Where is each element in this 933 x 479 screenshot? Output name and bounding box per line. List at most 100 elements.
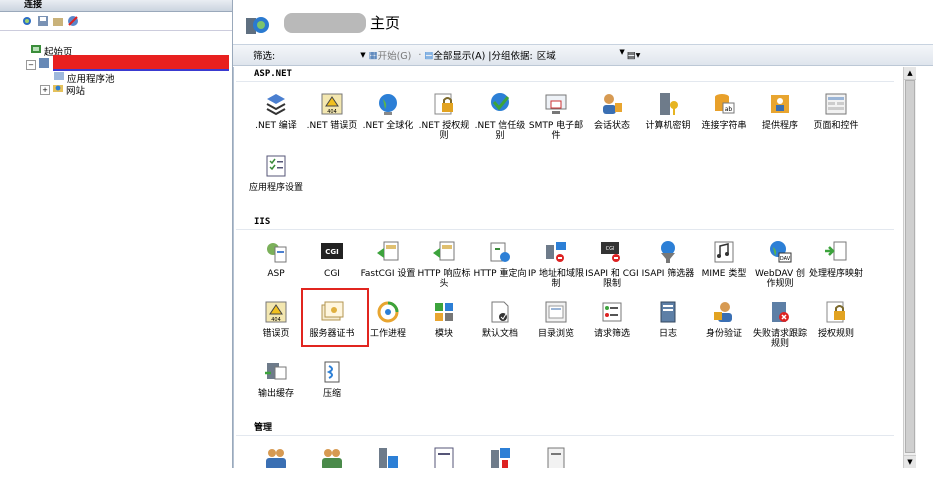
tree-item-server[interactable]: − xyxy=(26,58,50,71)
feature-handler-mappings[interactable]: 处理程序映射 xyxy=(808,239,864,279)
group-by-select[interactable]: 区域 ▼ xyxy=(537,48,625,62)
feature-logging[interactable]: 日志 xyxy=(640,299,696,339)
redirect-icon xyxy=(490,242,510,262)
connect-icon[interactable] xyxy=(22,15,34,27)
connection-string-icon: ab xyxy=(715,94,735,114)
pages-controls-icon xyxy=(825,93,847,115)
save-icon[interactable] xyxy=(37,15,49,27)
scroll-down-icon[interactable]: ▼ xyxy=(904,455,916,468)
feature-http-redirect[interactable]: HTTP 重定向 xyxy=(472,239,528,279)
management-users-icon[interactable] xyxy=(263,445,289,468)
disconnect-icon[interactable] xyxy=(67,15,79,27)
authentication-icon xyxy=(714,302,732,322)
webdav-icon: DAV xyxy=(770,241,792,263)
feature-webdav-authoring-rules[interactable]: DAV WebDAV 创作规则 xyxy=(752,239,808,289)
feature-providers[interactable]: 提供程序 xyxy=(752,91,808,131)
feature-asp[interactable]: ASP xyxy=(248,239,304,279)
feature-net-trust-levels[interactable]: .NET 信任级别 xyxy=(472,91,528,141)
request-filtering-icon xyxy=(602,302,622,322)
scroll-up-icon[interactable]: ▲ xyxy=(904,67,916,80)
go-icon: ▦ xyxy=(368,49,378,61)
feature-default-document[interactable]: 默认文档 xyxy=(472,299,528,339)
mime-types-icon xyxy=(714,241,734,263)
feature-fastcgi-settings[interactable]: FastCGI 设置 xyxy=(360,239,416,279)
collapse-icon[interactable]: − xyxy=(26,59,36,70)
compression-icon xyxy=(324,361,340,383)
redacted-title xyxy=(284,13,366,33)
feature-output-caching[interactable]: 输出缓存 xyxy=(248,359,304,399)
directory-browsing-icon xyxy=(545,301,567,323)
machine-key-icon xyxy=(660,93,678,115)
svg-text:404: 404 xyxy=(327,109,337,115)
feature-session-state[interactable]: 会话状态 xyxy=(584,91,640,131)
feature-smtp-email[interactable]: SMTP 电子邮件 xyxy=(528,91,584,141)
feature-isapi-cgi-restrictions[interactable]: CGI ISAPI 和 CGI 限制 xyxy=(584,239,640,289)
feature-directory-browsing[interactable]: 目录浏览 xyxy=(528,299,584,339)
management-permissions-icon[interactable] xyxy=(319,445,345,468)
feature-connection-strings[interactable]: ab 连接字符串 xyxy=(696,91,752,131)
filter-bar: 筛选: ▼ ▦ 开始(G) · ▤ 全部显示(A) |分组依据: 区域 ▼ ▤▾ xyxy=(233,45,933,66)
feature-http-response-headers[interactable]: HTTP 响应标头 xyxy=(416,239,472,289)
tree-item-label: 网站 xyxy=(66,85,86,97)
filter-input[interactable] xyxy=(275,49,360,61)
connections-pane: 连接 起始页 − 应用程序池 + 网站 xyxy=(0,0,233,468)
feature-net-error-pages[interactable]: 404 .NET 错误页 xyxy=(304,91,360,131)
feature-modules[interactable]: 模块 xyxy=(416,299,472,339)
error-page-icon: 404 xyxy=(321,93,343,115)
tree-item-sites[interactable]: + 网站 xyxy=(40,82,86,97)
feature-request-filtering[interactable]: 请求筛选 xyxy=(584,299,640,339)
view-mode-button[interactable]: ▤▾ xyxy=(627,50,641,61)
feature-compression[interactable]: 压缩 xyxy=(304,359,360,399)
feature-mime-types[interactable]: MIME 类型 xyxy=(696,239,752,279)
output-cache-icon xyxy=(265,363,287,380)
feature-net-authorization-rules[interactable]: .NET 授权规则 xyxy=(416,91,472,141)
net-compilation-icon xyxy=(266,94,286,116)
isapi-cgi-icon: CGI xyxy=(601,242,620,262)
feature-net-globalization[interactable]: .NET 全球化 xyxy=(360,91,416,131)
filter-dropdown-icon[interactable]: ▼ xyxy=(360,51,365,59)
app-settings-icon xyxy=(266,155,286,177)
trust-level-icon xyxy=(491,93,510,111)
feature-machine-key[interactable]: 计算机密钥 xyxy=(640,91,696,131)
show-all-icon: ▤ xyxy=(424,49,434,61)
management-delegation-icon[interactable] xyxy=(375,445,401,468)
modules-icon xyxy=(435,303,453,321)
show-all-button[interactable]: 全部显示(A) xyxy=(433,48,485,62)
redacted-server-name xyxy=(53,55,229,71)
feature-app-settings[interactable]: 应用程序设置 xyxy=(248,153,304,193)
management-configuration-editor-icon[interactable] xyxy=(431,445,457,468)
svg-text:DAV: DAV xyxy=(780,256,791,262)
features-pane: 主页 筛选: ▼ ▦ 开始(G) · ▤ 全部显示(A) |分组依据: 区域 ▼… xyxy=(233,0,933,468)
feature-isapi-filters[interactable]: ISAPI 筛选器 xyxy=(640,239,696,279)
feature-authentication[interactable]: 身份验证 xyxy=(696,299,752,339)
provider-icon xyxy=(771,95,789,113)
expand-icon[interactable]: + xyxy=(40,84,50,95)
scroll-thumb[interactable] xyxy=(905,80,915,453)
feature-failed-request-tracing[interactable]: 失败请求跟踪规则 xyxy=(752,299,808,349)
page-title: 主页 xyxy=(370,14,401,32)
email-icon xyxy=(545,94,567,114)
feature-cgi[interactable]: CGI CGI xyxy=(304,239,360,279)
fastcgi-icon xyxy=(377,241,399,261)
svg-text:CGI: CGI xyxy=(606,246,615,252)
up-icon[interactable] xyxy=(52,15,64,27)
feature-net-compilation[interactable]: .NET 编译 xyxy=(248,91,304,131)
feature-authorization-rules[interactable]: 授权规则 xyxy=(808,299,864,339)
management-shared-config-icon[interactable] xyxy=(543,445,569,468)
feature-error-pages[interactable]: 404 错误页 xyxy=(248,299,304,339)
go-button[interactable]: 开始(G) xyxy=(378,48,412,62)
session-icon xyxy=(603,94,622,114)
svg-text:ab: ab xyxy=(725,106,733,113)
sites-folder-icon xyxy=(52,82,64,97)
ip-restrictions-icon xyxy=(546,242,566,262)
lock-page-icon xyxy=(434,93,453,115)
failed-request-icon xyxy=(772,302,789,322)
section-header-iis: IIS xyxy=(236,215,894,230)
start-page-icon xyxy=(30,43,42,58)
section-header-management: 管理 xyxy=(236,421,894,436)
feature-ip-domain-restrictions[interactable]: IP 地址和域限制 xyxy=(528,239,584,289)
management-service-icon[interactable] xyxy=(487,445,513,468)
title-area: 主页 xyxy=(233,0,933,45)
feature-pages-and-controls[interactable]: 页面和控件 xyxy=(808,91,864,131)
vertical-scrollbar[interactable]: ▲ ▼ xyxy=(903,67,916,468)
